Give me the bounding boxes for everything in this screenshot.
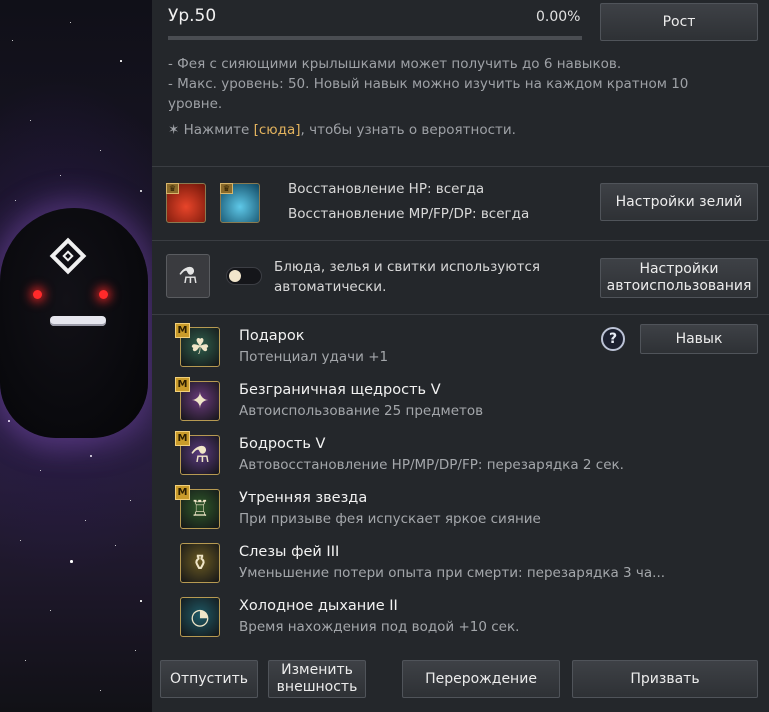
help-icon[interactable]: ? [601, 327, 625, 351]
level-label: Ур.50 [168, 6, 217, 26]
info-notes: - Фея с сияющими крылышками может получи… [168, 54, 758, 114]
info-line-3: уровне. [168, 96, 223, 112]
star [70, 560, 73, 563]
probability-prefix: ✶ Нажмите [168, 122, 254, 138]
change-look-label-1: Изменить [281, 662, 353, 678]
star [50, 610, 51, 611]
master-badge: M [175, 323, 190, 338]
winged-vase-icon[interactable]: ⚱ [180, 543, 220, 583]
star [90, 455, 92, 457]
hp-potion-icon[interactable]: ♛ [166, 183, 206, 223]
divider [152, 166, 769, 167]
star [60, 175, 61, 176]
star [40, 470, 41, 471]
skill-description: Уменьшение потери опыта при смерти: пере… [239, 565, 666, 581]
star [115, 545, 116, 546]
star [20, 540, 21, 541]
auto-use-settings-button[interactable]: Настройки автоиспользования [600, 258, 758, 298]
crown-icon: ♛ [166, 183, 179, 194]
summon-button[interactable]: Призвать [572, 660, 758, 698]
info-line-2: - Макс. уровень: 50. Новый навык можно и… [168, 76, 689, 92]
change-look-button[interactable]: Изменить внешность [268, 660, 366, 698]
auto-use-settings-label-2: автоиспользования [606, 278, 752, 294]
skill-description: Автоиспользование 25 предметов [239, 403, 484, 419]
potion-settings-button[interactable]: Настройки зелий [600, 183, 758, 221]
toggle-knob [229, 270, 241, 282]
skill-description: Время нахождения под водой +10 сек. [239, 619, 520, 635]
exp-bar [168, 36, 582, 40]
star [140, 600, 142, 602]
fairy-eye-right [99, 290, 108, 299]
star [100, 690, 101, 691]
auto-use-text: Блюда, зелья и свитки используются автом… [274, 257, 540, 297]
divider [152, 314, 769, 315]
clover-icon[interactable]: ☘ M [175, 323, 220, 367]
fairy-wing-icon[interactable]: ✦ M [175, 377, 220, 421]
star [100, 150, 101, 151]
star [15, 200, 16, 201]
change-look-label-2: внешность [276, 679, 358, 695]
auto-use-settings-label-1: Настройки [639, 261, 719, 277]
skill-description: Автовосстановление HP/MP/DP/FP: перезаря… [239, 457, 624, 473]
star [12, 40, 13, 41]
skill-name: Утренняя звезда [239, 490, 368, 506]
rebirth-button[interactable]: Перерождение [402, 660, 560, 698]
divider [152, 240, 769, 241]
skill-name: Безграничная щедрость V [239, 382, 441, 398]
hp-recovery-text: Восстановление HP: всегда [288, 181, 485, 197]
fairy-mouth [50, 316, 106, 326]
star [70, 22, 71, 23]
auto-use-text-line-1: Блюда, зелья и свитки используются [274, 259, 541, 275]
potion-plus-icon[interactable]: ⚗ M [175, 431, 220, 475]
fairy-eye-left [33, 290, 42, 299]
master-badge: M [175, 431, 190, 446]
star [8, 420, 10, 422]
probability-link[interactable]: [сюда] [254, 122, 301, 138]
skill-name: Холодное дыхание II [239, 598, 398, 614]
master-badge: M [175, 485, 190, 500]
fairy-portrait [0, 0, 152, 712]
star [30, 120, 31, 121]
probability-note: ✶ Нажмите [сюда], чтобы узнать о вероятн… [168, 120, 516, 140]
auto-use-text-line-2: автоматически. [274, 279, 387, 295]
skill-button[interactable]: Навык [640, 324, 758, 354]
info-line-1: - Фея с сияющими крылышками может получи… [168, 56, 622, 72]
skill-name: Подарок [239, 328, 305, 344]
grow-button[interactable]: Рост [600, 3, 758, 41]
star [25, 660, 26, 661]
star [140, 190, 142, 192]
release-button[interactable]: Отпустить [160, 660, 258, 698]
skill-description: Потенциал удачи +1 [239, 349, 389, 365]
skill-name: Бодрость V [239, 436, 326, 452]
star [130, 500, 131, 501]
star [135, 650, 136, 651]
star [85, 520, 86, 521]
master-badge: M [175, 377, 190, 392]
mp-recovery-text: Восстановление MP/FP/DP: всегда [288, 206, 530, 222]
probability-suffix: , чтобы узнать о вероятности. [300, 122, 516, 138]
auto-use-flask-icon: ⚗ [166, 254, 210, 298]
skill-name: Слезы фей III [239, 544, 340, 560]
crown-icon: ♛ [220, 183, 233, 194]
auto-use-toggle[interactable] [226, 267, 262, 285]
star [120, 60, 122, 62]
skill-description: При призыве фея испускает яркое сияние [239, 511, 541, 527]
lantern-icon[interactable]: ♖ M [175, 485, 220, 529]
bubbles-clock-icon[interactable]: ◔ [180, 597, 220, 637]
mp-potion-icon[interactable]: ♛ [220, 183, 260, 223]
exp-percent: 0.00% [536, 9, 581, 25]
fairy-info-panel: Ур.50 0.00% Рост - Фея с сияющими крылыш… [152, 0, 769, 712]
